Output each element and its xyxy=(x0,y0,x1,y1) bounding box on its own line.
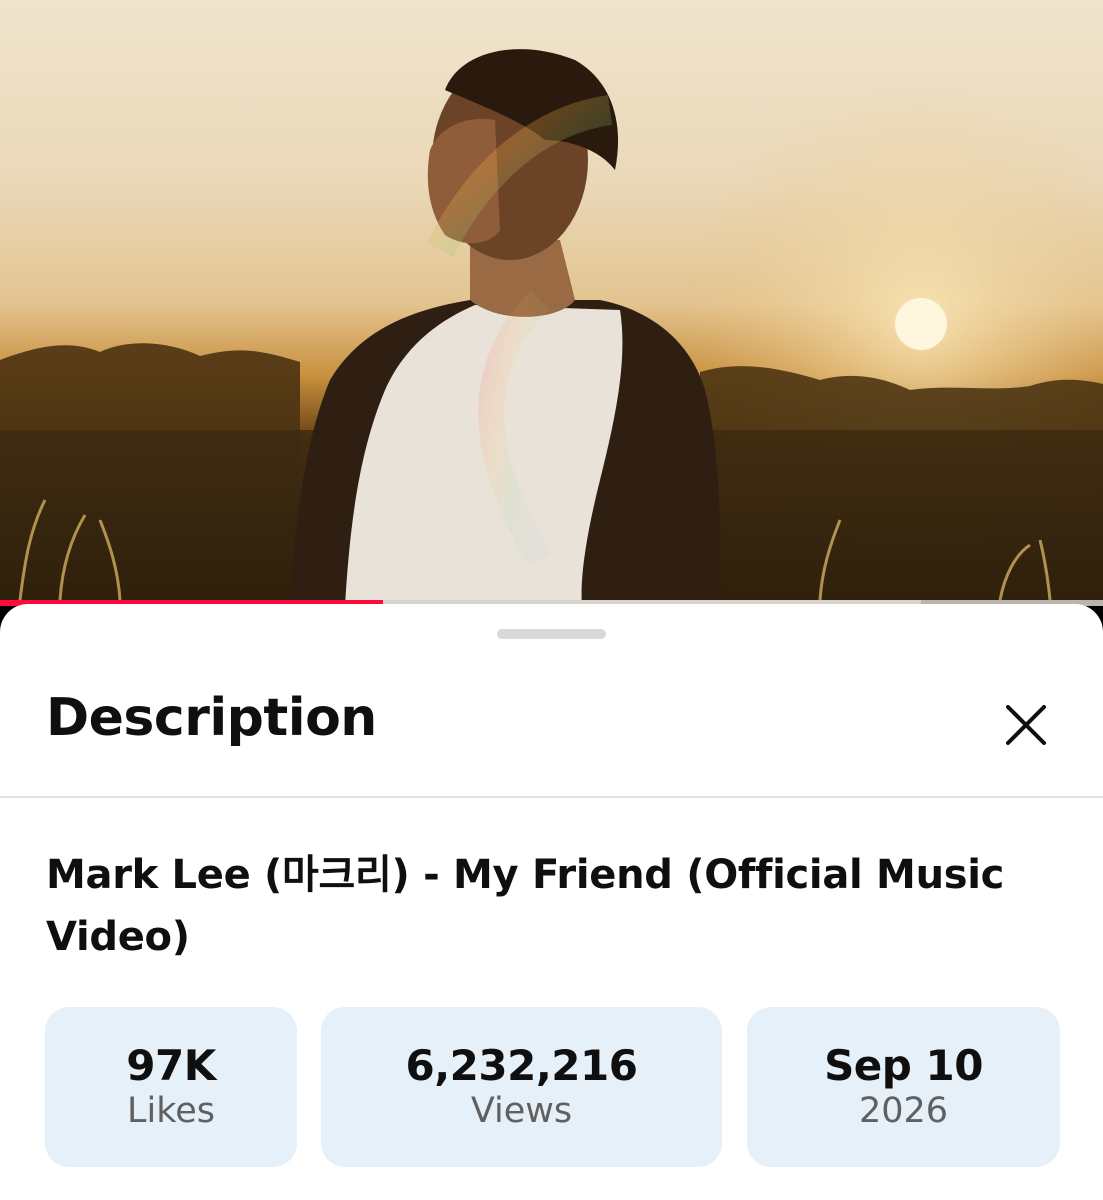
video-title: Mark Lee (마크리) - My Friend (Official Mus… xyxy=(46,852,1005,960)
drag-handle[interactable] xyxy=(497,629,606,639)
views-label: Views xyxy=(470,1091,573,1132)
likes-count: 97K xyxy=(126,1040,216,1090)
publish-year: 2026 xyxy=(858,1091,949,1132)
screen: Description Mark Lee (마크리) - My Friend (… xyxy=(0,0,1103,1200)
likes-label: Likes xyxy=(126,1091,215,1132)
views-stat: 6,232,216 Views xyxy=(321,1007,722,1167)
video-frame xyxy=(0,0,1103,606)
date-stat: Sep 10 2026 xyxy=(747,1007,1060,1167)
sheet-title: Description xyxy=(46,688,377,748)
likes-stat: 97K Likes xyxy=(45,1007,297,1167)
publish-date: Sep 10 xyxy=(824,1040,983,1090)
views-count: 6,232,216 xyxy=(405,1040,638,1090)
close-button[interactable] xyxy=(994,693,1058,757)
divider xyxy=(0,796,1103,798)
video-player[interactable] xyxy=(0,0,1103,606)
description-sheet: Description Mark Lee (마크리) - My Friend (… xyxy=(0,604,1103,1200)
close-icon xyxy=(1006,705,1046,745)
